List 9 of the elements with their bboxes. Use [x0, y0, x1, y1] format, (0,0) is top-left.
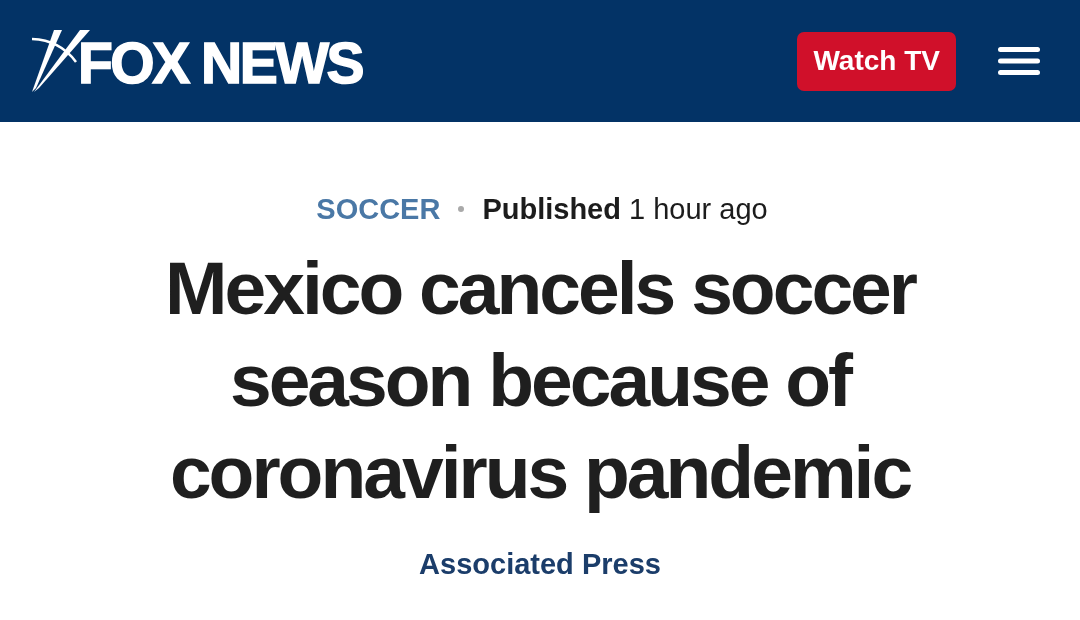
logo-link[interactable]: FOX NEWS: [32, 30, 362, 92]
menu-icon[interactable]: [998, 47, 1040, 75]
author-link[interactable]: Associated Press: [419, 548, 661, 581]
category-link[interactable]: SOCCER: [316, 190, 441, 228]
published-time: Published 1 hour ago: [482, 192, 768, 227]
logo-text: FOX NEWS: [78, 34, 362, 92]
article-headline: Mexico cancels soccer season because of coronavirus pandemic: [164, 245, 917, 516]
watch-tv-button[interactable]: Watch TV: [797, 31, 956, 91]
separator-dot-icon: [458, 206, 465, 212]
